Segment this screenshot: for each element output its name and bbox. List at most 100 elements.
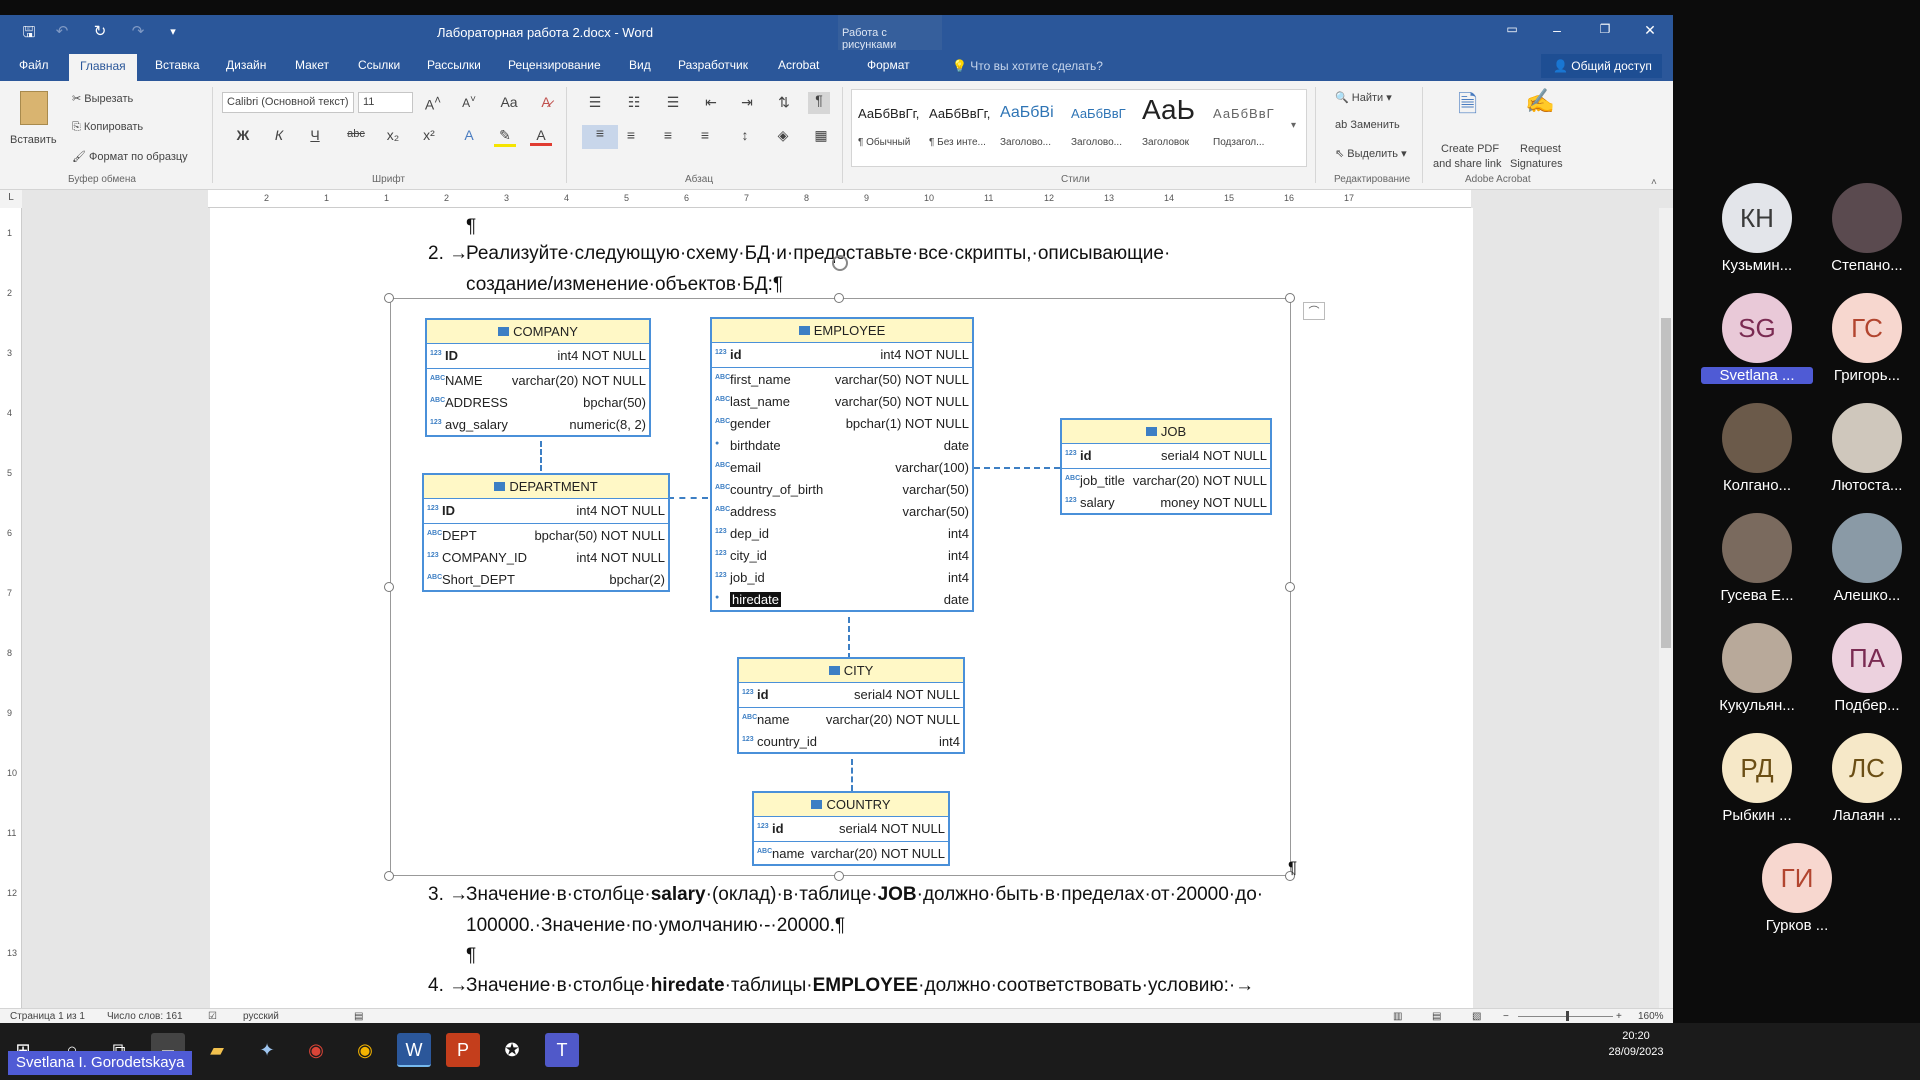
font-color-icon[interactable]: A [530, 127, 552, 146]
request-label[interactable]: Request [1520, 143, 1561, 155]
participant-tile[interactable]: Кукульян... [1701, 615, 1809, 715]
participant-tile[interactable]: РД Рыбкин ... [1701, 725, 1809, 825]
print-layout-icon[interactable]: ▤ [1432, 1011, 1441, 1022]
layout-options-icon[interactable]: ⌒ [1303, 302, 1325, 320]
chrome-alt-icon[interactable]: ◉ [348, 1033, 382, 1067]
strikethrough-button[interactable]: abc [345, 128, 367, 140]
resize-handle[interactable] [1285, 582, 1295, 592]
tab-home[interactable]: Главная [69, 54, 137, 81]
font-name-combo[interactable]: Calibri (Основной текст) [222, 92, 354, 113]
style-title[interactable]: АаЬ Заголовок [1136, 90, 1206, 166]
find-button[interactable]: 🔍 Найти ▾ [1335, 91, 1392, 104]
participant-tile[interactable]: Гусева Е... [1701, 505, 1809, 605]
tab-references[interactable]: Ссылки [358, 58, 400, 72]
bold-button[interactable]: Ж [232, 127, 254, 143]
tab-developer[interactable]: Разработчик [678, 58, 748, 72]
resize-handle[interactable] [384, 293, 394, 303]
paragraph-text[interactable]: Значение·в·столбце·hiredate·таблицы·EMPL… [466, 975, 1254, 997]
italic-button[interactable]: К [268, 127, 290, 143]
increase-indent-icon[interactable]: ⇥ [736, 94, 758, 111]
rotate-handle-icon[interactable] [832, 255, 848, 271]
resize-handle[interactable] [834, 871, 844, 881]
style-heading-1[interactable]: АаБбВі Заголово... [994, 90, 1064, 166]
request-signatures-icon[interactable]: ✍ [1525, 87, 1555, 116]
signatures-label[interactable]: Signatures [1510, 158, 1563, 170]
scrollbar-thumb[interactable] [1661, 318, 1671, 648]
teams-icon[interactable]: T [545, 1033, 579, 1067]
tab-layout[interactable]: Макет [295, 58, 329, 72]
resize-handle[interactable] [384, 871, 394, 881]
tab-format[interactable]: Формат [867, 58, 910, 72]
tab-view[interactable]: Вид [629, 58, 651, 72]
change-case-icon[interactable]: Aa [498, 94, 520, 110]
shading-icon[interactable]: ◈ [772, 127, 794, 144]
tab-acrobat[interactable]: Acrobat [778, 58, 819, 72]
restore-icon[interactable]: ❐ [1590, 22, 1620, 36]
style-subtitle[interactable]: АаБбВвГ Подзагол... [1207, 90, 1277, 166]
multilevel-list-icon[interactable]: ☰ [662, 94, 684, 111]
text-effects-icon[interactable]: A [458, 127, 480, 143]
paste-icon[interactable] [20, 91, 48, 125]
create-pdf-label[interactable]: Create PDF [1441, 143, 1499, 155]
repeat-icon[interactable]: ↷ [127, 22, 149, 40]
media-icon[interactable]: ✪ [495, 1033, 529, 1067]
paragraph-text[interactable]: Значение·в·столбце·salary·(оклад)·в·табл… [466, 884, 1263, 906]
create-pdf-icon[interactable]: 🗎 [1458, 87, 1477, 128]
align-left-icon[interactable]: ≡ [582, 125, 618, 149]
word-icon[interactable]: W [397, 1033, 431, 1067]
tab-insert[interactable]: Вставка [155, 58, 200, 72]
styles-more-icon[interactable]: ▾ [1291, 120, 1296, 131]
powerpoint-icon[interactable]: P [446, 1033, 480, 1067]
web-layout-icon[interactable]: ▧ [1472, 1011, 1481, 1022]
format-painter-button[interactable]: 🖌 Формат по образцу [72, 150, 188, 163]
macro-icon[interactable]: ▤ [354, 1011, 363, 1022]
decrease-indent-icon[interactable]: ⇤ [700, 94, 722, 111]
redo-icon[interactable]: ↻ [89, 22, 111, 40]
cut-button[interactable]: ✂ Вырезать [72, 92, 133, 105]
participant-tile[interactable]: ГИ Гурков ... [1741, 835, 1849, 935]
ribbon-display-icon[interactable]: ▭ [1497, 22, 1527, 36]
collapse-ribbon-icon[interactable]: ˄ [1651, 177, 1657, 188]
participant-tile[interactable]: Колгано... [1701, 395, 1809, 495]
vertical-ruler[interactable]: 123456789101112131415 [0, 208, 22, 1018]
zoom-in-icon[interactable]: + [1616, 1011, 1622, 1022]
superscript-button[interactable]: x² [418, 127, 440, 143]
file-explorer-icon[interactable]: ▰ [200, 1033, 234, 1067]
page-count[interactable]: Страница 1 из 1 [10, 1011, 85, 1022]
tab-file[interactable]: Файл [19, 58, 49, 72]
sort-icon[interactable]: ⇅ [773, 94, 795, 111]
justify-icon[interactable]: ≡ [694, 127, 716, 143]
paragraph-text[interactable]: создание/изменение·объектов·БД:¶ [466, 274, 783, 296]
underline-button[interactable]: Ч [304, 127, 326, 143]
read-mode-icon[interactable]: ▥ [1393, 1011, 1402, 1022]
share-button[interactable]: 👤 Общий доступ [1541, 54, 1662, 78]
language[interactable]: русский [243, 1011, 279, 1022]
undo-icon[interactable]: ↶ [51, 22, 73, 40]
numbering-icon[interactable]: ☷ [623, 94, 645, 111]
align-center-icon[interactable]: ≡ [620, 127, 642, 143]
close-icon[interactable]: ✕ [1635, 22, 1665, 39]
word-count[interactable]: Число слов: 161 [107, 1011, 183, 1022]
style-normal[interactable]: АаБбВвГг, ¶ Обычный [852, 90, 922, 166]
borders-icon[interactable]: ▦ [810, 127, 832, 144]
participant-tile[interactable]: Алешко... [1811, 505, 1919, 605]
vertical-scrollbar[interactable] [1659, 208, 1673, 1008]
tab-review[interactable]: Рецензирование [508, 58, 601, 72]
clear-formatting-icon[interactable]: A̷ [535, 94, 557, 110]
select-button[interactable]: ⇖ Выделить ▾ [1335, 147, 1407, 160]
paragraph-text[interactable]: 100000.·Значение·по·умолчанию·-·20000.¶ [466, 915, 845, 937]
proofing-icon[interactable]: ☑ [208, 1011, 217, 1022]
participant-tile[interactable]: КН Кузьмин... [1701, 175, 1809, 275]
tab-stop-selector[interactable]: L [0, 190, 22, 208]
participant-tile[interactable]: Лютоста... [1811, 395, 1919, 495]
zoom-out-icon[interactable]: − [1503, 1011, 1509, 1022]
save-icon[interactable]: 🖫 [18, 22, 40, 47]
system-clock[interactable]: 20:20 28/09/2023 [1606, 1028, 1666, 1060]
resize-handle[interactable] [384, 582, 394, 592]
shrink-font-icon[interactable]: A˅ [458, 94, 480, 110]
customize-qa-icon[interactable]: ▾ [162, 25, 184, 38]
paragraph-text[interactable]: Реализуйте·следующую·схему·БД·и·предоста… [466, 243, 1170, 265]
highlight-icon[interactable]: ✎ [494, 127, 516, 147]
participant-tile[interactable]: ГС Григорь... [1811, 285, 1919, 385]
zoom-level[interactable]: 160% [1638, 1011, 1664, 1022]
